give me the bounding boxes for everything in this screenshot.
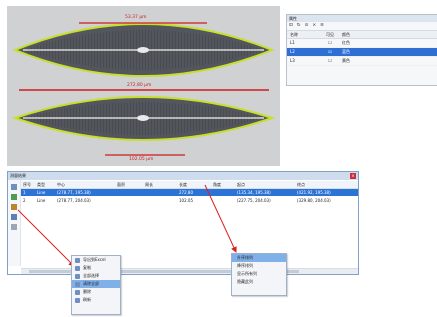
delete-icon: [75, 289, 80, 295]
select-icon: [75, 273, 80, 279]
menu-item-select-all[interactable]: 全部选择: [72, 272, 120, 280]
context-menu-left: 导出到Excel 复制 全部选择 清除全部 删除 刷新: [71, 255, 121, 315]
menu-item-export[interactable]: 导出到Excel: [72, 256, 120, 264]
arrow-to-left-menu: [17, 209, 75, 267]
menu-item-sort-desc[interactable]: 降序排列: [232, 262, 286, 270]
arrow-to-right-menu: [204, 184, 237, 253]
menu-item-clear-all[interactable]: 清除全部: [72, 280, 120, 288]
menu-item-refresh[interactable]: 刷新: [72, 296, 120, 304]
clear-icon: [75, 281, 80, 287]
menu-item-copy[interactable]: 复制: [72, 264, 120, 272]
menu-item-delete[interactable]: 删除: [72, 288, 120, 296]
context-menu-right: 升序排列 降序排列 显示所有列 隐藏此列: [231, 253, 287, 296]
refresh-icon: [75, 297, 80, 303]
menu-item-hide-column[interactable]: 隐藏此列: [232, 278, 286, 286]
menu-item-sort-asc[interactable]: 升序排列: [232, 254, 286, 262]
copy-icon: [75, 265, 80, 271]
export-icon: [75, 257, 80, 263]
annotation-arrows: [17, 184, 237, 267]
menu-item-show-columns[interactable]: 显示所有列: [232, 270, 286, 278]
